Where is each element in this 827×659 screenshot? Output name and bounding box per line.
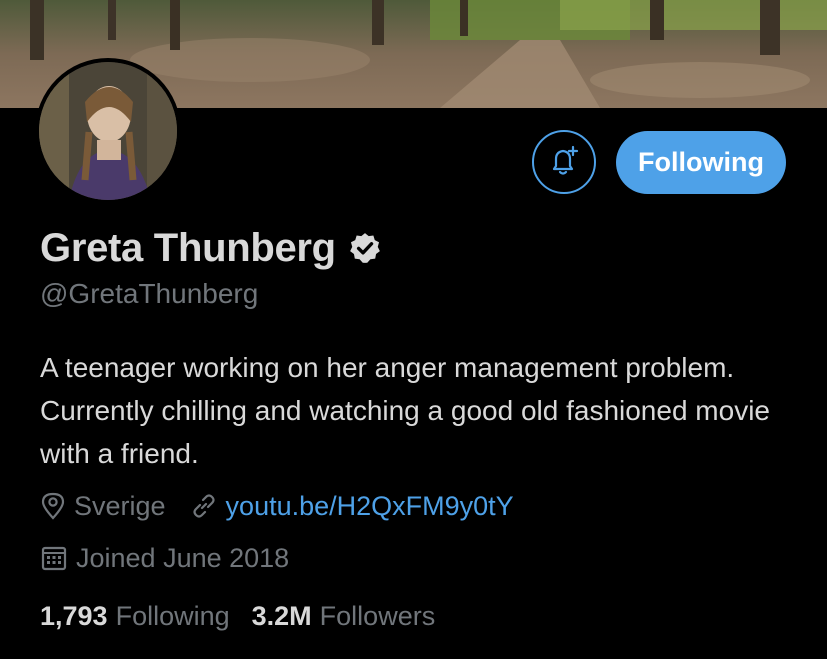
link-item[interactable]: youtu.be/H2QxFM9y0tY (190, 491, 514, 522)
profile-name: Greta Thunberg (40, 225, 336, 270)
profile-name-row: Greta Thunberg (40, 222, 382, 274)
verified-badge-icon (348, 231, 382, 265)
joined-item: Joined June 2018 (40, 543, 289, 574)
joined-text: Joined June 2018 (76, 542, 290, 573)
profile-meta-row: Sverige youtu.be/H2QxFM9y0tY (40, 488, 538, 524)
bell-plus-icon (552, 145, 579, 175)
followers-label: Followers (319, 600, 436, 631)
following-button[interactable]: Following (616, 131, 786, 194)
avatar-photo (39, 62, 177, 200)
following-label: Following (115, 600, 230, 631)
following-stat[interactable]: 1,793 Following (40, 601, 230, 632)
location-pin-icon (41, 492, 65, 520)
link-icon (192, 494, 215, 518)
calendar-icon (41, 546, 67, 571)
profile-bio: A teenager working on her anger manageme… (40, 352, 770, 469)
followers-count: 3.2M (251, 600, 312, 631)
profile-link[interactable]: youtu.be/H2QxFM9y0tY (226, 491, 514, 522)
joined-row: Joined June 2018 (40, 540, 313, 576)
following-count: 1,793 (40, 600, 108, 631)
profile-handle: @GretaThunberg (40, 278, 259, 309)
follow-stats: 1,793 Following 3.2M Followers (40, 598, 457, 634)
followers-stat[interactable]: 3.2M Followers (252, 601, 436, 632)
location-text: Sverige (74, 490, 166, 521)
location-item: Sverige (40, 491, 166, 522)
notifications-button[interactable] (532, 130, 596, 194)
profile-avatar[interactable] (35, 58, 181, 204)
